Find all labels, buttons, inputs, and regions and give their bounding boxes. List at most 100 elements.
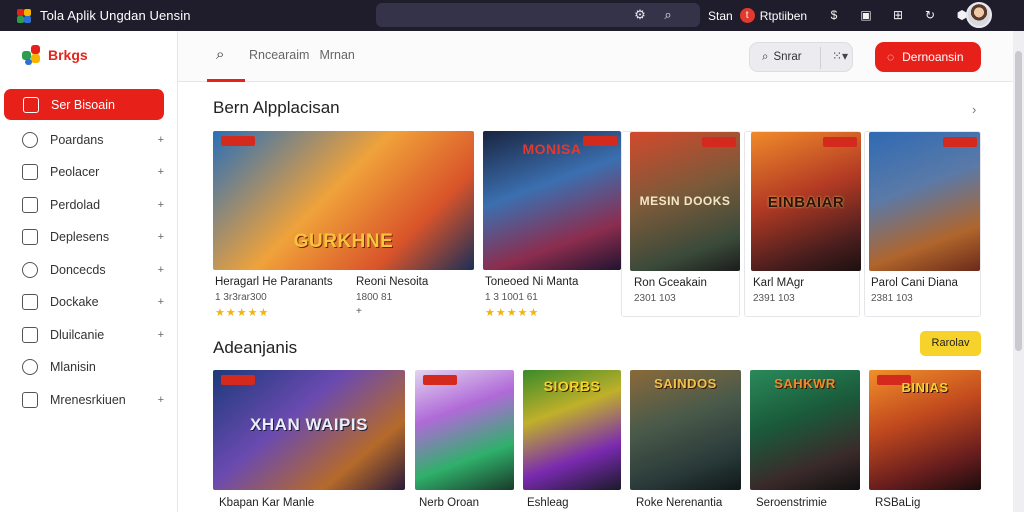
app-meta: 2391 103 [753,293,795,304]
sidebar-item[interactable]: Dockake + [0,287,178,318]
app-name: Seroenstrimie [756,497,827,509]
thumbnail-title: MESIN DOOKS [639,194,731,208]
tag-badge [943,137,977,147]
sidebar-item[interactable]: Doncecds + [0,254,178,285]
app-card[interactable]: SAHKWR Seroenstrimie [750,370,860,512]
global-search-bar[interactable]: ⚙ ⌕ [376,3,700,27]
tag-badge [221,375,255,385]
app-meta: 1 3 1001 61 [485,292,538,303]
app-name: RSBaLig [875,497,921,509]
tag-badge [823,137,857,147]
search-extra: Mrnan [319,48,355,62]
settings-icon[interactable]: ⚙ [632,7,648,23]
expand-icon[interactable]: + [158,394,164,406]
sidebar-item[interactable]: Deplesens + [0,222,178,253]
window-titlebar: Tola Aplik Ungdan Uensin ⚙ ⌕ Stan t Rtpt… [0,0,1024,31]
app-thumbnail [415,370,514,490]
bookmark-icon [22,294,38,310]
tag-badge [221,136,255,146]
user-name: Rtptiiben [759,8,808,23]
sidebar-item-label: Dluilcanie [50,327,105,342]
sidebar-item[interactable]: Peolacer + [0,157,178,188]
user-status[interactable]: Stan t Rtptiiben [708,0,807,31]
expand-icon[interactable]: + [158,329,164,341]
app-thumbnail: BINIAS [869,370,981,490]
thumbnail-title: BINIAS [901,380,949,395]
expand-icon[interactable]: + [158,231,164,243]
search-tab-label[interactable]: Rncearaim Mrnan [249,48,355,62]
app-name: Ron Gceakain [634,277,707,289]
app-name: Parol Cani Diana [871,277,958,289]
pill-divider [820,47,821,69]
app-name: Eshleag [527,497,569,509]
section-action-button[interactable]: Rarolav [920,331,981,356]
thumbnail-title: SIORBS [543,378,601,394]
window-title: Tola Aplik Ungdan Uensin [40,8,191,23]
chevron-right-icon[interactable]: › [972,102,976,117]
app-card[interactable]: MESIN DOOKS Ron Gceakain 2301 103 [621,131,740,317]
avatar[interactable] [966,2,992,28]
search-icon: ⌕ [762,50,769,63]
sidebar-item[interactable]: Mlanisin [0,352,178,383]
search-filter-pill[interactable]: ⌕ Snrar ⁙▾ [749,42,853,72]
expand-icon[interactable]: + [158,134,164,146]
app-card[interactable]: Reoni Nesoita 1800 81 + [356,131,456,321]
expand-icon[interactable]: + [158,199,164,211]
brand-logo-icon [22,45,42,65]
app-meta: 2301 103 [634,293,676,304]
vertical-scrollbar[interactable] [1013,31,1024,512]
document-icon [22,164,38,180]
app-name: Karl MAgr [753,277,805,289]
sidebar-item[interactable]: Mrenesrkiuen + [0,384,178,415]
main-content: Bern Alpplacisan › GURKHNE Heragarl He P… [178,82,1013,512]
app-card[interactable]: Nerb Oroan [415,370,514,512]
app-thumbnail [869,132,980,271]
expand-icon[interactable]: + [158,296,164,308]
sidebar-item-label: Ser Bisoain [51,97,115,112]
app-logo-icon [17,8,31,23]
box-icon [22,229,38,245]
app-card[interactable]: MONISA Toneoed Ni Manta 1 3 1001 61 ★★★★… [483,131,621,321]
search-icon[interactable]: ⌕ [216,46,224,63]
store-icon[interactable]: ⊞ [890,7,906,23]
sidebar-item[interactable]: Poardans + [0,124,178,155]
search-label: Rncearaim [249,48,310,62]
app-thumbnail: SIORBS [523,370,621,490]
sidebar-item[interactable]: Dluilcanie + [0,319,178,350]
window-icon[interactable]: ▣ [858,7,874,23]
app-card[interactable]: EINBAIAR Karl MAgr 2391 103 [744,131,861,317]
app-card[interactable]: XHAN WAIPIS Kbapan Kar Manle [213,370,405,512]
expand-icon[interactable]: + [158,264,164,276]
brand[interactable]: Brkgs [22,45,88,65]
app-meta: 1 3r3rar300 [215,292,267,303]
sidebar-item-label: Perdolad [50,197,101,212]
app-card[interactable]: SAINDOS Roke Nerenantia [630,370,741,512]
grid-icon[interactable]: ⁙▾ [832,49,848,63]
app-name: Nerb Oroan [419,497,480,509]
app-thumbnail: SAINDOS [630,370,741,490]
sidebar: Brkgs Ser Bisoain Poardans + Peolacer + … [0,31,178,512]
sidebar-item-active[interactable]: Ser Bisoain [4,89,164,120]
app-thumbnail: SAHKWR [750,370,860,490]
tag-badge [423,375,457,385]
brand-name: Brkgs [48,47,88,63]
app-card[interactable]: Parol Cani Diana 2381 103 [864,131,981,317]
app-card[interactable]: SIORBS Eshleag [523,370,621,512]
primary-action-button[interactable]: ◌ Dernoansin [875,42,981,72]
refresh-icon[interactable]: ↻ [922,7,938,23]
sidebar-item-label: Mlanisin [50,360,96,374]
sidebar-item[interactable]: Perdolad + [0,189,178,220]
dollar-icon[interactable]: $ [826,7,842,23]
eye-icon [23,96,39,113]
expand-icon[interactable]: + [158,166,164,178]
user-label: Stan [708,8,733,23]
file-icon [22,196,38,213]
scrollbar-thumb[interactable] [1015,51,1022,351]
circle-icon [22,131,38,148]
sidebar-item-label: Doncecds [50,262,106,277]
search-icon[interactable]: ⌕ [660,7,676,23]
app-card[interactable]: BINIAS RSBaLig [869,370,981,512]
sidebar-item-label: Peolacer [50,165,100,179]
section-title: Adeanjanis [213,338,298,357]
app-thumbnail: EINBAIAR [751,132,861,271]
